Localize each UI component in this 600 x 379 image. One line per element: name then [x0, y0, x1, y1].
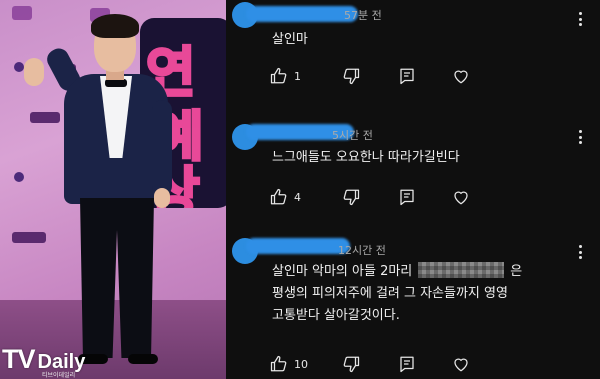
dislike-button[interactable] [342, 186, 398, 208]
heart-button[interactable] [452, 353, 470, 375]
thumb-up-icon [270, 67, 287, 84]
reply-button[interactable] [398, 65, 452, 87]
tvdaily-watermark: TV Daily 티브이데일리 [2, 344, 85, 379]
like-count: 4 [294, 190, 301, 204]
redacted-username [246, 238, 350, 254]
heart-icon [454, 358, 468, 372]
dislike-button[interactable] [342, 353, 398, 375]
reply-icon [400, 189, 414, 206]
comment-actions: 10 [270, 353, 470, 375]
comment-line: 고통받다 살아갈것이다. [272, 308, 400, 323]
like-button[interactable]: 1 [270, 65, 342, 87]
reply-icon [400, 356, 414, 373]
dislike-button[interactable] [342, 65, 398, 87]
heart-icon [454, 70, 468, 84]
comment-line: 살인마 악마의 아들 2마리 은 [272, 261, 590, 283]
comment-text: 살인마 [272, 32, 308, 47]
watermark-subtitle: 티브이데일리 [42, 372, 76, 379]
comment-text-part: 은 [510, 264, 523, 279]
thumb-up-icon [270, 355, 287, 372]
event-photo: 연 예 상 TV Daily 티브이데일리 [0, 0, 226, 379]
more-vert-icon[interactable] [574, 10, 586, 28]
comment-time: 5시간 전 [332, 129, 373, 142]
comment-line: 평생의 피의저주에 걸려 그 자손들까지 영영 [272, 286, 508, 301]
like-button[interactable]: 10 [270, 353, 342, 375]
more-vert-icon[interactable] [574, 128, 586, 146]
heart-button[interactable] [452, 65, 470, 87]
redacted-username [246, 6, 358, 22]
comment-list: 57분 전 살인마 1 5시간 전 느그애들도 오요한나 따라가길빈다 4 12… [226, 0, 600, 379]
comment-actions: 4 [270, 186, 470, 208]
comment-text: 살인마 악마의 아들 2마리 은 평생의 피의저주에 걸려 그 자손들까지 영영 … [272, 261, 590, 327]
heart-button[interactable] [452, 186, 470, 208]
reply-button[interactable] [398, 353, 452, 375]
watermark-tv: TV [2, 344, 36, 374]
comment-time: 57분 전 [344, 9, 382, 22]
comment-text: 느그애들도 오요한나 따라가길빈다 [272, 150, 460, 165]
more-vert-icon[interactable] [574, 243, 586, 261]
thumb-down-icon [343, 356, 360, 373]
person-in-tuxedo [20, 8, 190, 379]
reply-button[interactable] [398, 186, 452, 208]
comment-text-part: 살인마 악마의 아들 2마리 [272, 264, 413, 279]
censored-name [418, 262, 505, 278]
thumb-down-icon [343, 189, 360, 206]
heart-icon [454, 191, 468, 205]
comment-actions: 1 [270, 65, 470, 87]
reply-icon [400, 68, 414, 85]
like-count: 1 [294, 69, 301, 83]
thumb-down-icon [343, 68, 360, 85]
comment-time: 12시간 전 [338, 244, 386, 257]
thumb-up-icon [270, 188, 287, 205]
like-button[interactable]: 4 [270, 186, 342, 208]
like-count: 10 [294, 357, 308, 371]
